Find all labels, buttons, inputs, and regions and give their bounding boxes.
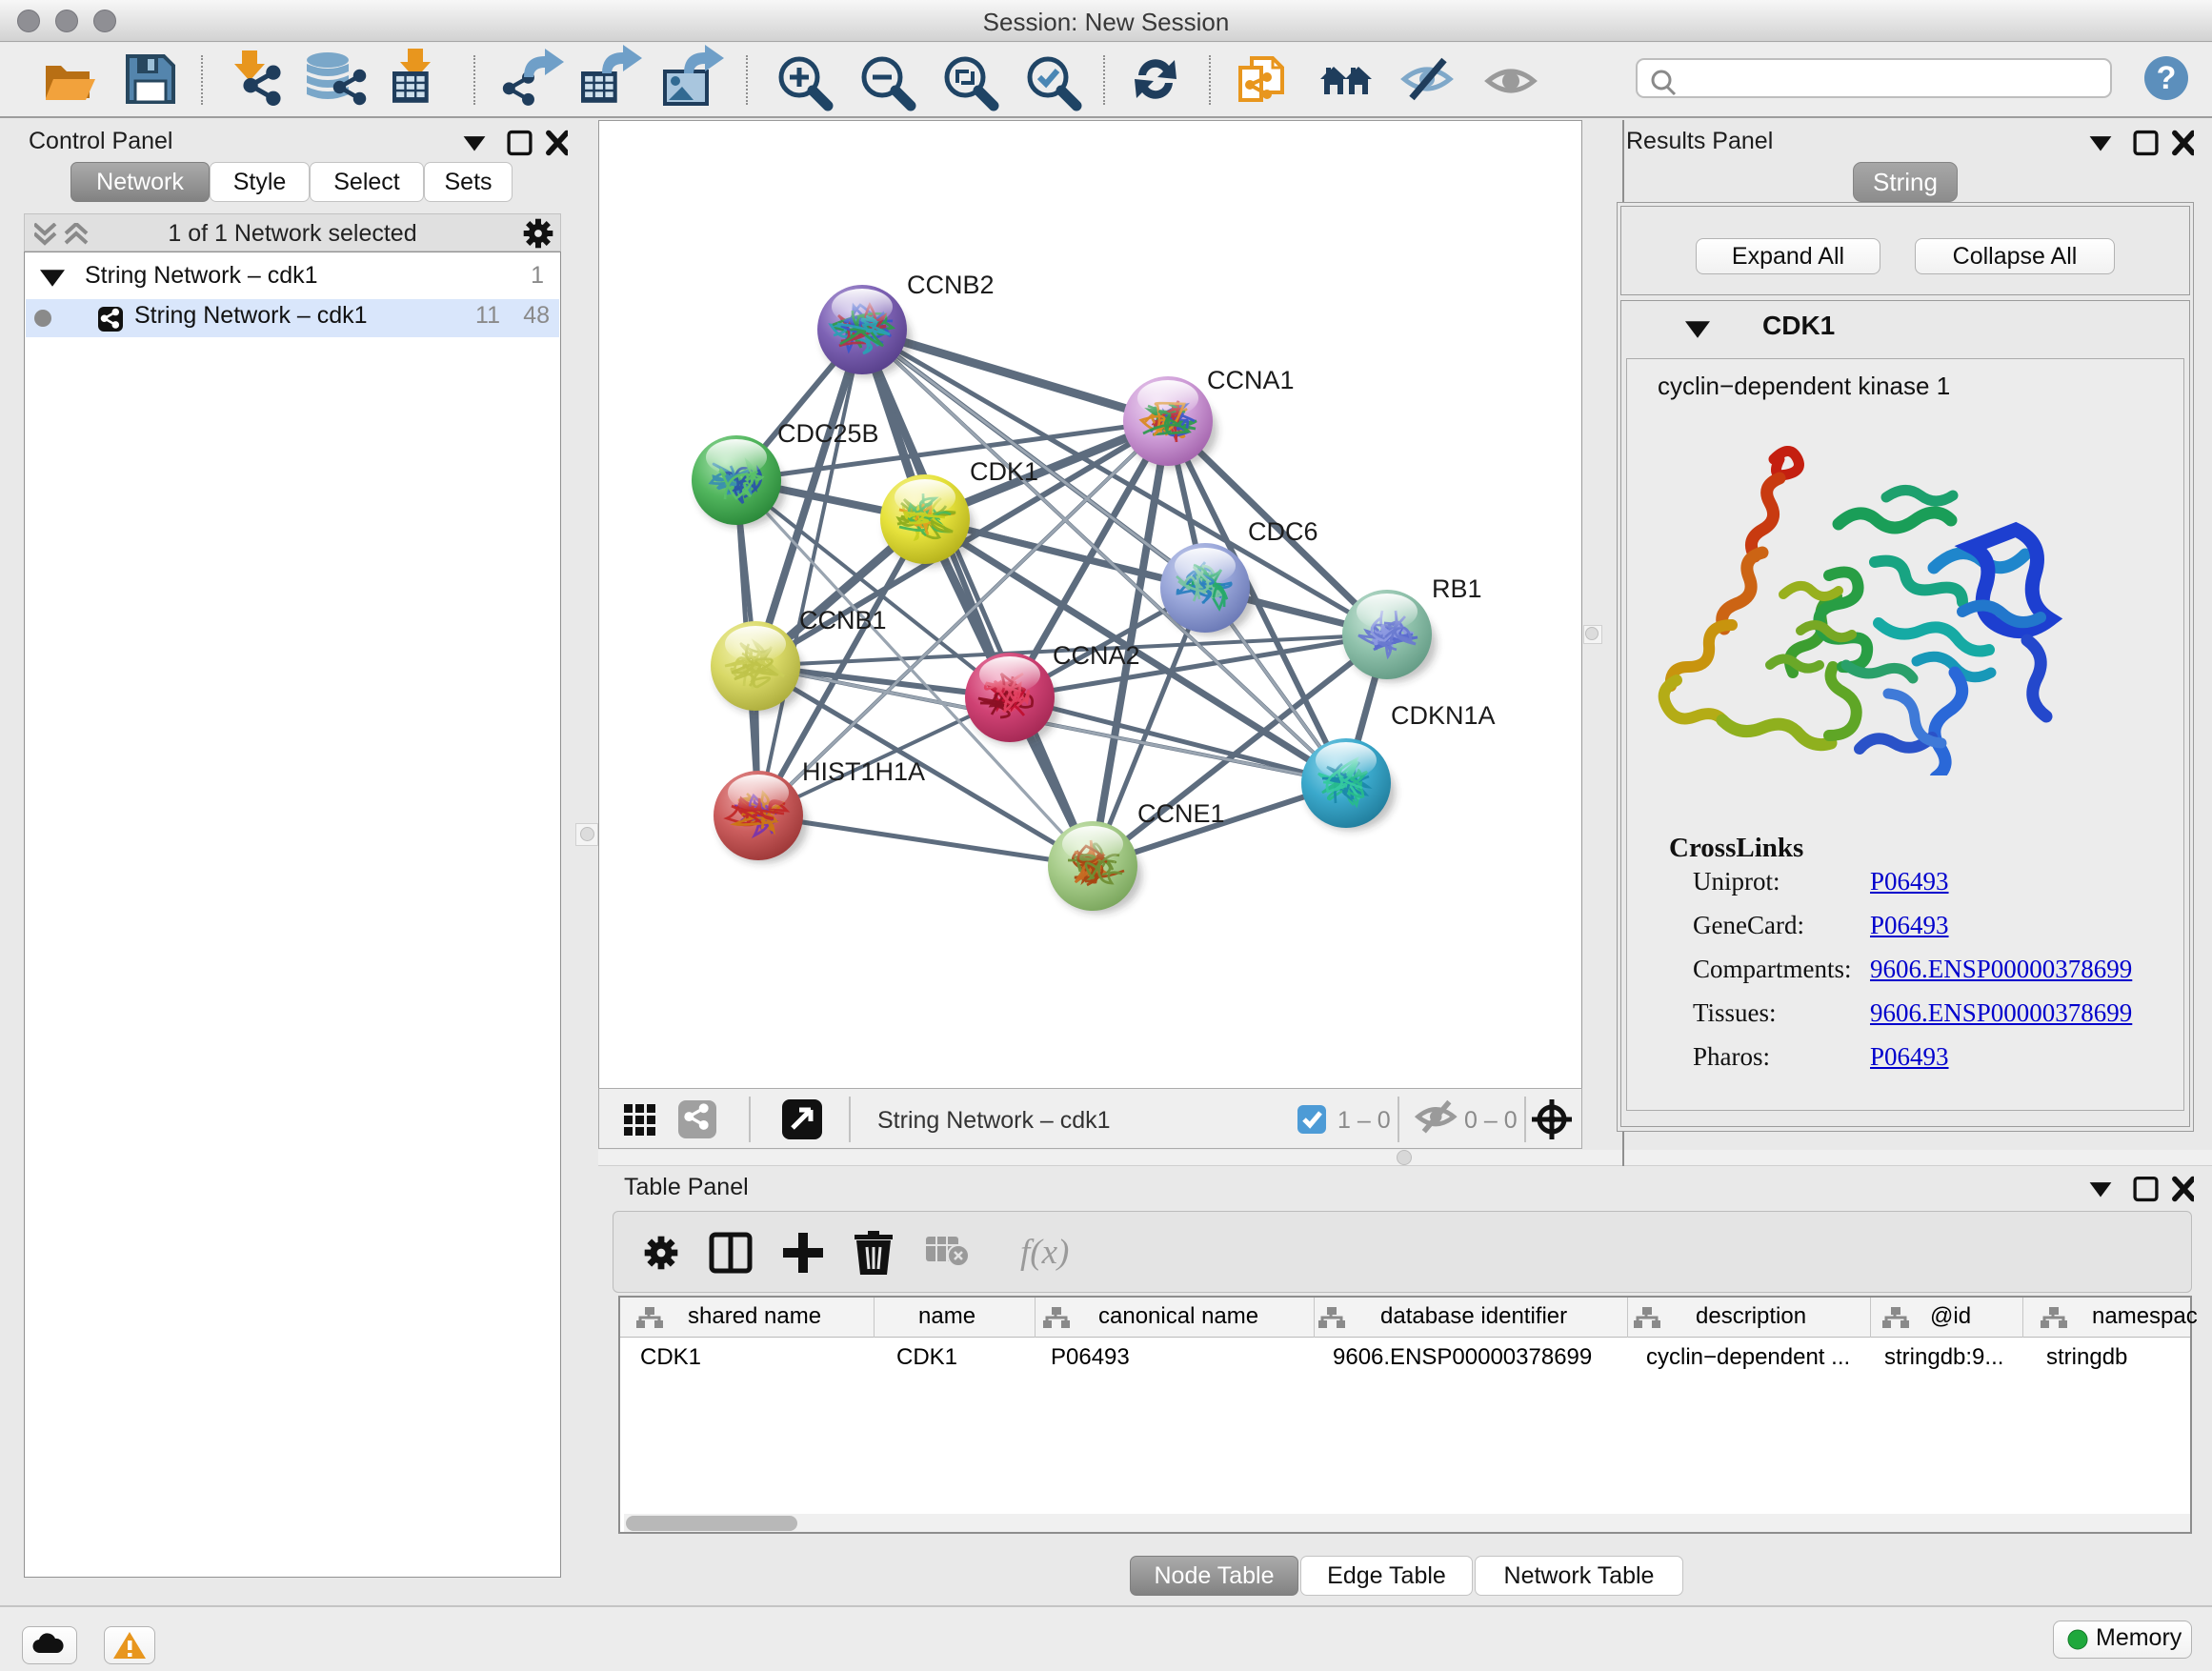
svg-text:CCNA2: CCNA2 xyxy=(1053,641,1140,670)
svg-text:CCNE1: CCNE1 xyxy=(1137,799,1225,828)
svg-text:String Network – cdk1: String Network – cdk1 xyxy=(877,1107,1111,1134)
svg-text:?: ? xyxy=(2157,60,2177,96)
svg-text:CDK1: CDK1 xyxy=(970,457,1038,486)
svg-text:CCNB2: CCNB2 xyxy=(907,271,995,299)
svg-text:CDC25B: CDC25B xyxy=(777,419,879,448)
svg-text:f(x): f(x) xyxy=(1020,1233,1069,1272)
svg-text:CDKN1A: CDKN1A xyxy=(1391,701,1496,730)
svg-text:1 – 0: 1 – 0 xyxy=(1337,1107,1391,1134)
svg-text:CCNA1: CCNA1 xyxy=(1207,366,1295,394)
svg-text:0 – 0: 0 – 0 xyxy=(1464,1107,1518,1134)
svg-text:RB1: RB1 xyxy=(1432,574,1482,603)
svg-text:HIST1H1A: HIST1H1A xyxy=(802,757,925,786)
svg-text:CCNB1: CCNB1 xyxy=(799,606,887,634)
svg-text:CDC6: CDC6 xyxy=(1248,517,1318,546)
